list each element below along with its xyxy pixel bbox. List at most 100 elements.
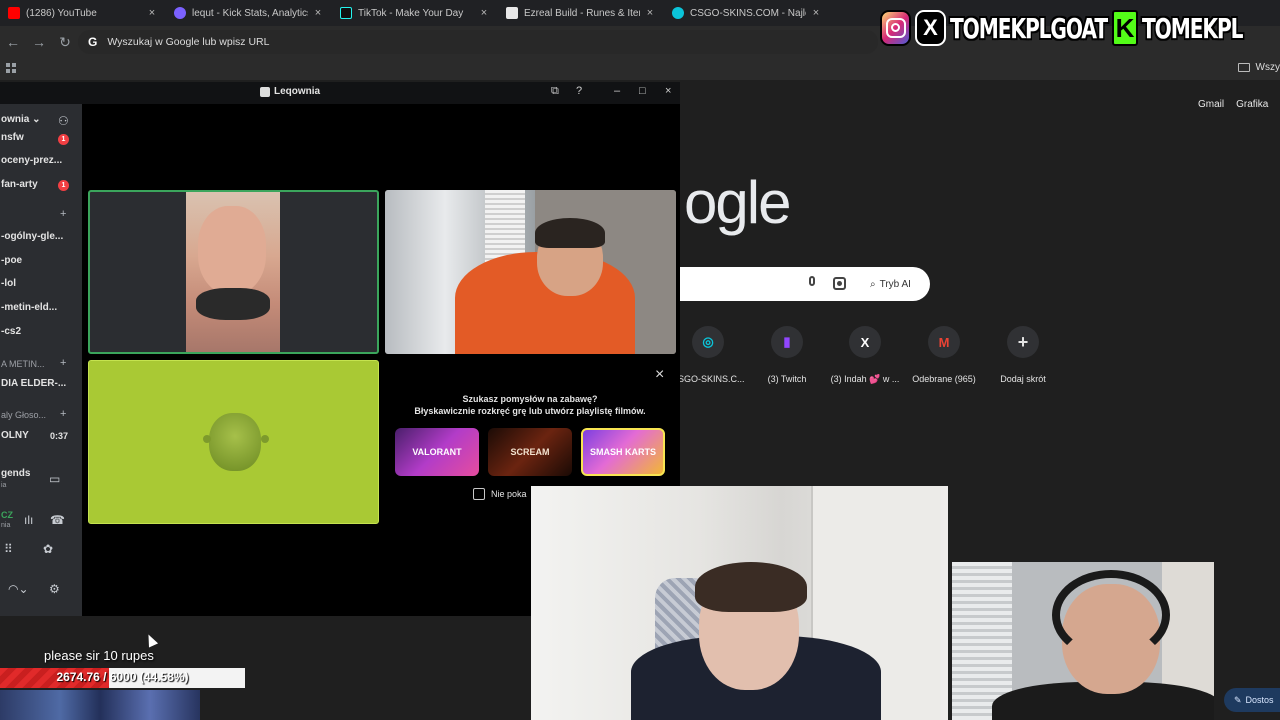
kick-icon: K: [1112, 10, 1138, 46]
voice-user-sub: nia: [1, 522, 11, 529]
channel-item[interactable]: -cs2: [1, 326, 21, 337]
activity-card-smash-karts[interactable]: SMASH KARTS: [581, 428, 665, 476]
tab-kick-stats[interactable]: lequt - Kick Stats, Analytics and ×: [166, 0, 332, 26]
game-title: SCREAM: [510, 447, 550, 457]
unread-badge: 1: [58, 134, 69, 145]
instagram-icon: [880, 10, 912, 46]
game-title: SMASH KARTS: [589, 447, 656, 457]
customize-button[interactable]: ✎ Dostos: [1224, 688, 1280, 712]
x-icon: X: [915, 10, 947, 46]
headphones-icon[interactable]: ◠⌄: [8, 582, 29, 596]
ai-mode-label: Tryb AI: [879, 278, 911, 290]
microphone-icon[interactable]: [805, 276, 819, 292]
channel-item[interactable]: nsfw: [1, 132, 24, 143]
close-icon[interactable]: ×: [478, 7, 490, 19]
google-lens-icon[interactable]: [833, 277, 846, 290]
window-title: Leqownia: [260, 86, 320, 97]
voice-status: gends: [1, 468, 30, 479]
channel-label: -cs2: [1, 326, 22, 337]
channel-item[interactable]: -poe: [1, 255, 22, 266]
tab-csgo-skins[interactable]: CSGO-SKINS.COM - Najlepsze ×: [664, 0, 830, 26]
add-channel-icon[interactable]: +: [60, 408, 66, 420]
channel-item[interactable]: DIA ELDER-...: [1, 378, 66, 389]
gmail-link[interactable]: Gmail: [1198, 99, 1224, 110]
shortcut-label: CSGO-SKINS.C...: [671, 374, 745, 384]
ai-mode-button[interactable]: ⌕ Tryb AI: [860, 272, 921, 296]
twitch-icon: ▮: [771, 326, 803, 358]
all-bookmarks-label: Wszy: [1255, 62, 1280, 73]
social-overlay: X TOMEKPLGOAT K TOMEKPL: [880, 6, 1272, 50]
mouse-cursor-icon: [143, 632, 159, 648]
voice-user: CZ: [1, 510, 13, 520]
back-icon[interactable]: ←: [0, 29, 26, 55]
stats-icon: [174, 7, 186, 19]
tab-youtube[interactable]: (1286) YouTube ×: [0, 0, 166, 26]
plus-icon: +: [1007, 326, 1039, 358]
minimize-icon[interactable]: –: [614, 85, 620, 97]
category-header[interactable]: A METIN...: [1, 359, 45, 369]
activity-card-valorant[interactable]: VALORANT: [395, 428, 479, 476]
dont-show-again[interactable]: Nie poka: [473, 488, 527, 500]
add-channel-icon[interactable]: +: [60, 357, 66, 369]
server-name[interactable]: ownia ⌄: [1, 114, 41, 125]
channel-item[interactable]: -lol: [1, 278, 16, 289]
shortcut-gmail[interactable]: M Odebrane (965): [908, 326, 980, 384]
kick-handle: TOMEKPL: [1141, 11, 1243, 45]
address-bar[interactable]: G Wyszukaj w Google lub wpisz URL: [78, 30, 878, 54]
all-bookmarks[interactable]: Wszy: [1237, 62, 1280, 73]
help-icon[interactable]: ?: [576, 85, 582, 97]
tab-tiktok[interactable]: TikTok - Make Your Day ×: [332, 0, 498, 26]
category-label: aly Głoso...: [1, 410, 47, 420]
apps-grid-icon[interactable]: [6, 63, 16, 73]
activities-icon[interactable]: ⠿: [4, 542, 13, 556]
close-icon[interactable]: ×: [655, 366, 664, 384]
video-tile-user-3[interactable]: [88, 360, 379, 524]
voice-channel-item[interactable]: OLNY: [1, 430, 29, 441]
close-icon[interactable]: ×: [665, 85, 671, 97]
disconnect-icon[interactable]: ☎: [50, 513, 65, 527]
shortcut-add[interactable]: + Dodaj skrót: [987, 326, 1059, 384]
youtube-icon: [8, 7, 20, 19]
activity-card-scream[interactable]: SCREAM: [488, 428, 572, 476]
shortcut-label: (3) Twitch: [767, 374, 807, 384]
google-logo: ogle: [684, 169, 791, 236]
gear-icon[interactable]: ⚙: [49, 582, 60, 596]
tab-ezreal-build[interactable]: Ezreal Build - Runes & Items Pa ×: [498, 0, 664, 26]
checkbox[interactable]: [473, 488, 485, 500]
streamer-webcam-1: [531, 486, 948, 720]
close-icon[interactable]: ×: [146, 7, 158, 19]
donation-goal-bar: 2674.76 / 6000 (44.58%): [0, 668, 245, 688]
skin-strip: [0, 690, 200, 720]
add-member-icon[interactable]: ⚇: [58, 114, 69, 128]
maximize-icon[interactable]: □: [639, 85, 646, 97]
krisp-icon[interactable]: ✿: [43, 542, 53, 556]
screen-share-icon[interactable]: ▭: [49, 472, 60, 486]
images-link[interactable]: Grafika: [1236, 99, 1268, 110]
category-header[interactable]: aly Głoso...: [1, 410, 46, 420]
donation-goal-text: 2674.76 / 6000 (44.58%): [56, 670, 189, 684]
folder-icon: [1237, 63, 1250, 72]
close-icon[interactable]: ×: [312, 7, 324, 19]
channel-item[interactable]: -metin-eld...: [1, 302, 57, 313]
window-title-text: Leqownia: [274, 86, 321, 97]
close-icon[interactable]: ×: [810, 7, 822, 19]
soundboard-icon[interactable]: ılı: [24, 513, 33, 527]
channel-item[interactable]: -ogólny-gle...: [1, 231, 63, 242]
unread-badge: 1: [58, 180, 69, 191]
channel-item[interactable]: oceny-prez...: [1, 155, 62, 166]
channel-item[interactable]: fan-arty: [1, 179, 38, 190]
popout-icon[interactable]: ⧉: [551, 85, 559, 98]
reload-icon[interactable]: ↻: [52, 29, 78, 55]
game-title: VALORANT: [412, 447, 462, 457]
shortcut-x[interactable]: X (3) Indah 💕 w ...: [829, 326, 901, 385]
shortcut-csgo-skins[interactable]: ◎ CSGO-SKINS.C...: [671, 326, 745, 384]
shortcut-twitch[interactable]: ▮ (3) Twitch: [751, 326, 823, 384]
video-tile-user-2[interactable]: [385, 190, 676, 354]
close-icon[interactable]: ×: [644, 7, 656, 19]
video-tile-user-1[interactable]: [88, 190, 379, 354]
forward-icon[interactable]: →: [26, 29, 52, 55]
channel-label: nsfw: [1, 132, 24, 143]
search-icon: ⌕: [870, 278, 876, 290]
add-channel-icon[interactable]: +: [60, 208, 66, 220]
shortcut-label: Dodaj skrót: [1000, 374, 1046, 384]
